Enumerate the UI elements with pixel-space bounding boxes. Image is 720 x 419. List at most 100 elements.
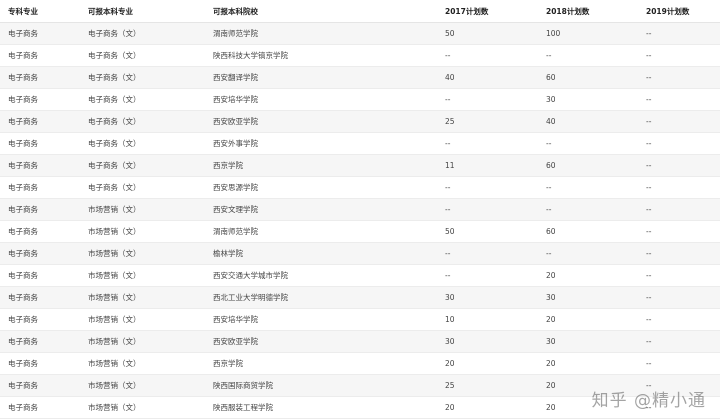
plan-table: 专科专业 可报本科专业 可报本科院校 2017计划数 2018计划数 2019计… [0,0,720,419]
table-row: 电子商务 电子商务（文） 渭南师范学院 50 100 -- [0,22,720,45]
cell-plan-2018: 30 [538,88,638,111]
table-row: 电子商务 市场营销（文） 西北工业大学明德学院 30 30 -- [0,286,720,309]
cell-plan-2018: 30 [538,330,638,353]
cell-zhuanke-major: 电子商务 [0,176,80,199]
cell-plan-2019: -- [638,44,720,67]
cell-benke-school: 西安文理学院 [205,198,437,221]
cell-plan-2019: -- [638,308,720,331]
cell-plan-2017: 30 [437,286,538,309]
cell-plan-2017: 25 [437,110,538,133]
table-row: 电子商务 电子商务（文） 西安欧亚学院 25 40 -- [0,110,720,133]
cell-benke-major: 电子商务（文） [80,88,205,111]
header-row: 专科专业 可报本科专业 可报本科院校 2017计划数 2018计划数 2019计… [0,0,720,23]
cell-zhuanke-major: 电子商务 [0,220,80,243]
cell-benke-major: 电子商务（文） [80,22,205,45]
cell-plan-2017: 25 [437,374,538,397]
cell-plan-2018: -- [538,132,638,155]
cell-plan-2019: -- [638,242,720,265]
cell-benke-school: 西京学院 [205,352,437,375]
cell-benke-school: 西安欧亚学院 [205,110,437,133]
table-row: 电子商务 电子商务（文） 西安培华学院 -- 30 -- [0,88,720,111]
cell-zhuanke-major: 电子商务 [0,44,80,67]
table-row: 电子商务 市场营销（文） 西安文理学院 -- -- -- [0,198,720,221]
cell-benke-major: 电子商务（文） [80,154,205,177]
cell-benke-major: 市场营销（文） [80,220,205,243]
cell-plan-2018: 20 [538,264,638,287]
table-body: 电子商务 电子商务（文） 渭南师范学院 50 100 -- 电子商务 电子商务（文） 陕西科技大… [0,22,720,419]
cell-benke-major: 市场营销（文） [80,198,205,221]
cell-zhuanke-major: 电子商务 [0,242,80,265]
cell-benke-school: 西安培华学院 [205,88,437,111]
cell-plan-2019: -- [638,352,720,375]
cell-plan-2017: -- [437,242,538,265]
table-row: 电子商务 市场营销（文） 榆林学院 -- -- -- [0,242,720,265]
cell-plan-2018: -- [538,176,638,199]
table-row: 电子商务 电子商务（文） 西安外事学院 -- -- -- [0,132,720,155]
cell-plan-2019: -- [638,330,720,353]
zhihu-watermark: 知乎 @精小通 [591,391,706,411]
cell-plan-2018: 60 [538,66,638,89]
cell-plan-2018: -- [538,242,638,265]
cell-benke-school: 西京学院 [205,154,437,177]
cell-benke-school: 西安交通大学城市学院 [205,264,437,287]
cell-plan-2017: -- [437,88,538,111]
table-row: 电子商务 市场营销（文） 西京学院 20 20 -- [0,352,720,375]
header-cell-benke-major: 可报本科专业 [80,0,205,23]
cell-plan-2018: 60 [538,154,638,177]
cell-plan-2017: -- [437,44,538,67]
cell-plan-2019: -- [638,264,720,287]
cell-zhuanke-major: 电子商务 [0,264,80,287]
cell-plan-2017: 11 [437,154,538,177]
cell-plan-2017: 20 [437,352,538,375]
cell-benke-school: 榆林学院 [205,242,437,265]
cell-benke-school: 陕西科技大学镐京学院 [205,44,437,67]
cell-zhuanke-major: 电子商务 [0,88,80,111]
cell-plan-2017: 50 [437,220,538,243]
header-cell-plan-2018: 2018计划数 [538,0,638,23]
cell-plan-2017: -- [437,198,538,221]
table-header: 专科专业 可报本科专业 可报本科院校 2017计划数 2018计划数 2019计… [0,0,720,23]
table-row: 电子商务 市场营销（文） 西安培华学院 10 20 -- [0,308,720,331]
cell-benke-school: 西安培华学院 [205,308,437,331]
header-cell-zhuanke-major: 专科专业 [0,0,80,23]
cell-zhuanke-major: 电子商务 [0,330,80,353]
header-cell-plan-2017: 2017计划数 [437,0,538,23]
cell-plan-2018: 30 [538,286,638,309]
cell-benke-school: 西安翻译学院 [205,66,437,89]
cell-plan-2017: -- [437,264,538,287]
cell-benke-major: 电子商务（文） [80,44,205,67]
cell-benke-school: 西安思源学院 [205,176,437,199]
header-cell-plan-2019: 2019计划数 [638,0,720,23]
table-row: 电子商务 电子商务（文） 西安翻译学院 40 60 -- [0,66,720,89]
cell-zhuanke-major: 电子商务 [0,110,80,133]
cell-benke-major: 市场营销（文） [80,286,205,309]
cell-benke-major: 市场营销（文） [80,264,205,287]
cell-plan-2019: -- [638,176,720,199]
cell-benke-major: 电子商务（文） [80,132,205,155]
cell-benke-school: 渭南师范学院 [205,22,437,45]
cell-zhuanke-major: 电子商务 [0,22,80,45]
cell-plan-2019: -- [638,286,720,309]
cell-benke-school: 陕西国际商贸学院 [205,374,437,397]
cell-benke-major: 电子商务（文） [80,110,205,133]
cell-plan-2019: -- [638,66,720,89]
cell-benke-major: 市场营销（文） [80,330,205,353]
table-row: 电子商务 市场营销（文） 西安欧亚学院 30 30 -- [0,330,720,353]
header-cell-benke-school: 可报本科院校 [205,0,437,23]
cell-plan-2019: -- [638,88,720,111]
cell-plan-2019: -- [638,132,720,155]
table-row: 电子商务 电子商务（文） 西安思源学院 -- -- -- [0,176,720,199]
cell-benke-school: 西安欧亚学院 [205,330,437,353]
cell-plan-2018: -- [538,198,638,221]
cell-plan-2018: 20 [538,352,638,375]
cell-benke-major: 市场营销（文） [80,352,205,375]
cell-zhuanke-major: 电子商务 [0,374,80,397]
table-row: 电子商务 市场营销（文） 西安交通大学城市学院 -- 20 -- [0,264,720,287]
cell-plan-2017: -- [437,176,538,199]
cell-zhuanke-major: 电子商务 [0,286,80,309]
cell-plan-2017: 20 [437,396,538,419]
cell-zhuanke-major: 电子商务 [0,132,80,155]
table-row: 电子商务 电子商务（文） 陕西科技大学镐京学院 -- -- -- [0,44,720,67]
cell-plan-2018: 40 [538,110,638,133]
table-row: 电子商务 电子商务（文） 西京学院 11 60 -- [0,154,720,177]
